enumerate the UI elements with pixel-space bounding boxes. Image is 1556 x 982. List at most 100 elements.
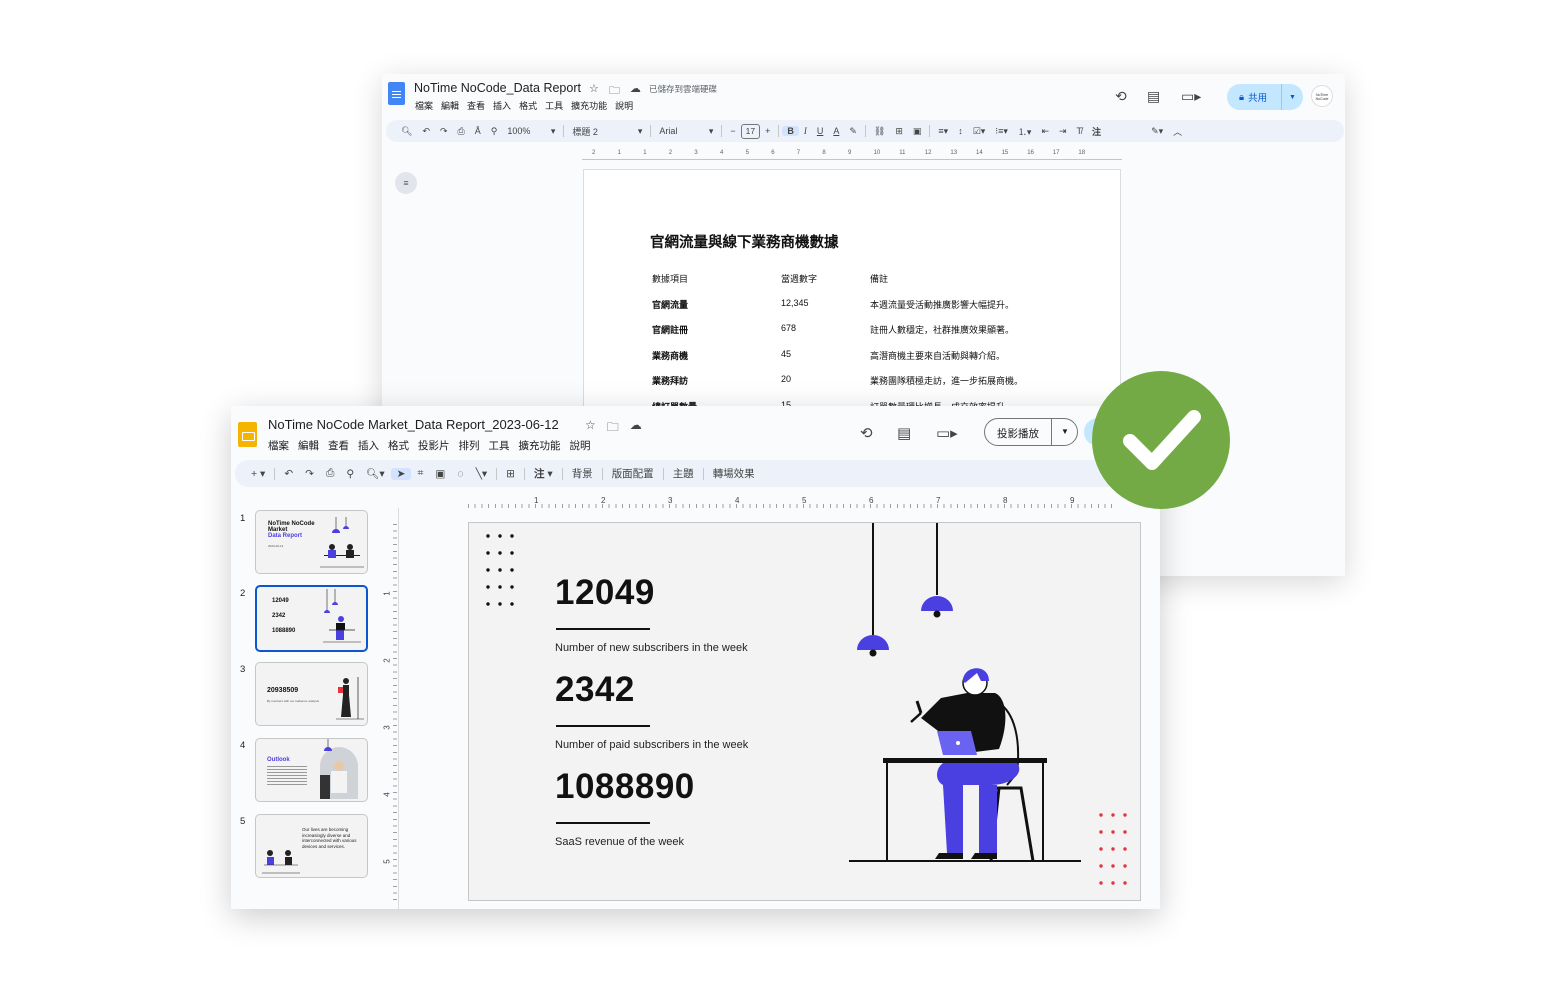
lock-icon: 🔒︎ [1239, 91, 1245, 103]
slideshow-caret-icon[interactable]: ▼ [1051, 419, 1078, 445]
docs-menu-format[interactable]: 格式 [519, 99, 537, 112]
paint-format-icon[interactable]: ⚲ [486, 126, 503, 137]
bulleted-list-icon[interactable]: ⁝≡▾ [990, 126, 1013, 137]
current-slide[interactable]: 12049 Number of new subscribers in the w… [468, 522, 1141, 901]
layout-button[interactable]: 版面配置 [606, 466, 660, 481]
slide-thumbnail-2[interactable]: 12049 2342 1088890 [255, 585, 368, 652]
slide-thumbnail-5[interactable]: Our lives are becoming increasingly dive… [255, 814, 368, 878]
slides-menu-file[interactable]: 檔案 [268, 438, 289, 453]
move-folder-icon[interactable]: 🗀 [607, 418, 619, 439]
text-box-icon[interactable]: ⌗ [411, 467, 429, 480]
underline-button[interactable]: U [812, 126, 829, 136]
line-icon[interactable]: ╲▾ [470, 468, 494, 480]
docs-menu-insert[interactable]: 插入 [493, 99, 511, 112]
horizontal-ruler[interactable]: 1 2 3 4 5 6 7 8 9 [468, 496, 1118, 508]
docs-menu-file[interactable]: 檔案 [415, 99, 433, 112]
decrease-indent-icon[interactable]: ⇤ [1036, 126, 1054, 137]
meet-icon[interactable]: ▭▸ [1181, 88, 1201, 105]
slides-menu-slide[interactable]: 投影片 [418, 438, 450, 453]
docs-menu-extensions[interactable]: 擴充功能 [571, 99, 607, 112]
slides-menu-extensions[interactable]: 擴充功能 [519, 438, 561, 453]
slideshow-button[interactable]: 投影播放 ▼ [984, 418, 1078, 446]
shape-icon[interactable]: ◌ [451, 468, 469, 480]
redo-icon[interactable]: ↷ [435, 126, 453, 137]
ruler-mark: 6 [771, 150, 775, 156]
ruler-mark: 2 [668, 150, 673, 156]
clear-formatting-icon[interactable]: T̸ [1072, 126, 1088, 136]
bold-button[interactable]: B [782, 126, 799, 136]
slides-menu-arrange[interactable]: 排列 [459, 438, 480, 453]
docs-menu-tools[interactable]: 工具 [545, 99, 563, 112]
comments-icon[interactable]: ▤ [1147, 88, 1160, 105]
slides-menu-edit[interactable]: 編輯 [298, 438, 319, 453]
docs-share-caret-icon[interactable]: ▼ [1281, 84, 1303, 110]
paint-format-icon[interactable]: ⚲ [340, 468, 360, 480]
search-menus-icon[interactable]: 🔍︎ [396, 126, 417, 137]
zoom-icon[interactable]: 🔍︎▾ [360, 467, 391, 480]
docs-document-title[interactable]: NoTime NoCode_Data Report [414, 81, 581, 95]
print-icon[interactable]: ⎙ [453, 126, 470, 137]
zoom-select[interactable]: 100% ▾ [502, 126, 560, 137]
document-outline-icon[interactable]: ≡ [395, 172, 417, 194]
text-color-button[interactable]: A [828, 126, 844, 136]
docs-menu-view[interactable]: 查看 [467, 99, 485, 112]
slides-logo-icon[interactable] [238, 422, 257, 447]
input-tools-button[interactable]: 注 [1087, 125, 1106, 138]
spellcheck-icon[interactable]: Å [470, 126, 486, 136]
background-button[interactable]: 背景 [566, 466, 599, 481]
paragraph-style-select[interactable]: 標題 2 ▾ [567, 125, 647, 138]
add-comment-icon[interactable]: ⊞ [890, 126, 908, 137]
slides-menu-tools[interactable]: 工具 [489, 438, 510, 453]
font-size-decrease-icon[interactable]: − [725, 126, 740, 136]
star-icon[interactable]: ☆ [585, 418, 596, 439]
docs-menu-edit[interactable]: 編輯 [441, 99, 459, 112]
input-tools-button[interactable]: 注 ▾ [528, 466, 559, 481]
slide-thumbnail-4[interactable]: Outlook [255, 738, 368, 802]
transition-button[interactable]: 轉場效果 [707, 466, 761, 481]
redo-icon[interactable]: ↷ [299, 468, 320, 480]
font-size-input[interactable]: 17 [740, 123, 761, 139]
align-icon[interactable]: ≡▾ [933, 126, 953, 137]
undo-icon[interactable]: ↶ [417, 126, 435, 137]
new-slide-icon[interactable]: + ▾ [245, 468, 271, 480]
stat-divider [556, 822, 650, 824]
slides-presentation-title[interactable]: NoTime NoCode Market_Data Report_2023-06… [268, 417, 559, 432]
highlight-icon[interactable]: ✎ [844, 126, 862, 137]
slide-thumbnail-1[interactable]: NoTime NoCode Market Data Report 2023-06… [255, 510, 368, 574]
add-comment-icon[interactable]: ⊞ [500, 468, 521, 480]
insert-image-icon[interactable]: ▣ [908, 126, 927, 137]
font-select[interactable]: Arial ▾ [654, 126, 718, 137]
line-spacing-icon[interactable]: ↕ [953, 126, 968, 136]
meet-icon[interactable]: ▭▸ [936, 424, 958, 442]
collapse-menus-icon[interactable]: ︿ [1168, 125, 1187, 138]
insert-image-icon[interactable]: ▣ [429, 468, 451, 480]
increase-indent-icon[interactable]: ⇥ [1054, 126, 1072, 137]
italic-button[interactable]: I [799, 126, 812, 136]
version-history-icon[interactable]: ⟲ [860, 424, 873, 442]
cloud-saved-icon[interactable]: ☁ [630, 418, 642, 439]
slides-menu-view[interactable]: 查看 [328, 438, 349, 453]
theme-button[interactable]: 主題 [667, 466, 700, 481]
ruler-mark: 5 [802, 496, 807, 505]
vertical-ruler[interactable]: 1 2 3 4 5 [383, 524, 397, 904]
version-history-icon[interactable]: ⟲ [1115, 88, 1127, 105]
slides-menu-format[interactable]: 格式 [388, 438, 409, 453]
font-size-increase-icon[interactable]: + [760, 126, 775, 136]
docs-menu-help[interactable]: 說明 [615, 99, 633, 112]
docs-logo-icon[interactable] [388, 82, 405, 105]
docs-share-button[interactable]: 🔒︎ 共用 ▼ [1227, 84, 1303, 110]
slides-menu-insert[interactable]: 插入 [358, 438, 379, 453]
avatar[interactable]: NoTime NoCode [1311, 85, 1333, 107]
comments-icon[interactable]: ▤ [897, 424, 911, 442]
slide-thumbnail-3[interactable]: 20938509 By numbers with our audience an… [255, 662, 368, 726]
undo-icon[interactable]: ↶ [278, 468, 299, 480]
print-icon[interactable]: ⎙ [320, 467, 340, 480]
slides-menu-help[interactable]: 說明 [570, 438, 591, 453]
insert-link-icon[interactable]: ⛓ [869, 126, 890, 137]
numbered-list-icon[interactable]: ⒈▾ [1013, 125, 1037, 138]
select-cursor-icon[interactable]: ➤ [390, 467, 412, 480]
thumb-illustration [320, 517, 364, 568]
docs-ruler[interactable]: 2 1 1 2 3 4 5 6 7 8 9 10 11 12 13 14 15 16 17 18 [582, 150, 1122, 160]
editing-mode-icon[interactable]: ✎▾ [1146, 126, 1168, 137]
checklist-icon[interactable]: ☑▾ [968, 126, 991, 137]
